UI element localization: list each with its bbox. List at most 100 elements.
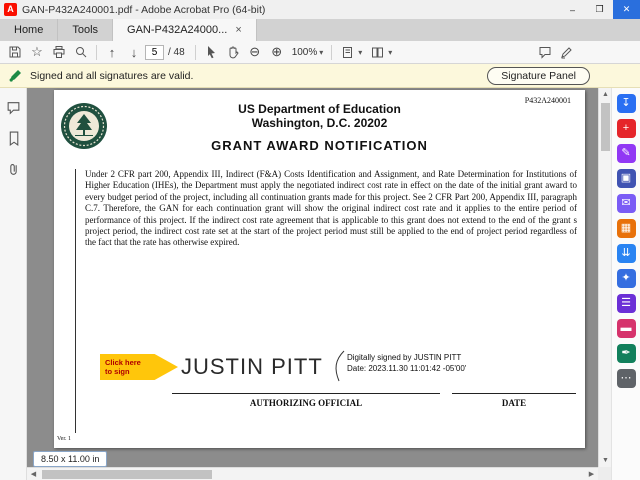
document-header-line1: US Department of Education (54, 102, 585, 116)
zoom-level-value[interactable]: 100% (292, 47, 318, 58)
more-tools-tool-icon[interactable]: ⋯ (617, 369, 636, 388)
horizontal-scroll-thumb[interactable] (42, 470, 212, 479)
paperclip-icon (6, 162, 21, 177)
bookmarks-panel-button[interactable] (4, 129, 22, 147)
maximize-button[interactable]: ❒ (586, 0, 613, 19)
signature-flourish (330, 350, 346, 382)
organize-pages-tool-icon[interactable]: ▦ (617, 219, 636, 238)
page-view-button[interactable] (366, 42, 388, 63)
title-bar: A GAN-P432A240001.pdf - Adobe Acrobat Pr… (0, 0, 640, 19)
save-button[interactable] (4, 42, 26, 63)
form-border-line (75, 169, 76, 433)
hand-tool-button[interactable] (222, 42, 244, 63)
comments-panel-button[interactable] (4, 98, 22, 116)
page-size-indicator: 8.50 x 11.00 in (33, 451, 107, 467)
toolbar-divider (331, 45, 332, 60)
tab-tools-label: Tools (72, 24, 98, 36)
page-count-label: / 48 (168, 47, 185, 58)
scrollbar-corner (598, 467, 611, 480)
sign-prompt-line2: to sign (105, 367, 178, 376)
tab-bar: Home Tools GAN-P432A24000... × (0, 19, 640, 41)
highlighter-button[interactable] (556, 42, 578, 63)
search-button[interactable] (70, 42, 92, 63)
toolbar-right-group (534, 42, 578, 63)
comment-bubble-icon (538, 45, 552, 59)
search-icon (74, 45, 88, 59)
document-header-line2: Washington, D.C. 20202 (54, 116, 585, 130)
page-fit-dropdown-icon[interactable]: ▾ (358, 48, 362, 57)
signature-detail-line1: Digitally signed by JUSTIN PITT (347, 353, 466, 364)
tab-close-icon[interactable]: × (235, 24, 241, 36)
print-button[interactable] (48, 42, 70, 63)
hand-icon (226, 45, 240, 59)
save-icon (8, 45, 22, 59)
toolbar-divider (195, 45, 196, 60)
tab-home-label: Home (14, 24, 43, 36)
tab-home[interactable]: Home (0, 19, 58, 41)
vertical-scrollbar[interactable]: ▲ ▼ (598, 88, 611, 467)
signature-message-bar: Signed and all signatures are valid. Sig… (0, 64, 640, 88)
print-icon (52, 45, 66, 59)
vertical-scroll-thumb[interactable] (601, 103, 610, 151)
protect-tool-icon[interactable]: ✦ (617, 269, 636, 288)
select-tool-button[interactable] (200, 42, 222, 63)
highlighter-pen-icon (560, 45, 574, 59)
signature-panel-button[interactable]: Signature Panel (487, 67, 590, 85)
date-label: DATE (452, 398, 576, 408)
acrobat-app-icon: A (4, 3, 17, 16)
zoom-out-button[interactable]: ⊖ (244, 42, 266, 63)
zoom-in-button[interactable]: ⊕ (266, 42, 288, 63)
compress-pdf-tool-icon[interactable]: ⇊ (617, 244, 636, 263)
signature-line (172, 393, 440, 394)
favorites-button[interactable]: ☆ (26, 42, 48, 63)
edit-pdf-tool-icon[interactable]: ✎ (617, 144, 636, 163)
sign-prompt-line1: Click here (105, 358, 178, 367)
comments-icon (6, 100, 21, 115)
tab-tools[interactable]: Tools (58, 19, 113, 41)
signature-details: Digitally signed by JUSTIN PITT Date: 20… (347, 353, 466, 374)
comment-button[interactable] (534, 42, 556, 63)
page-fit-button[interactable] (336, 42, 358, 63)
signature-valid-icon (8, 69, 22, 83)
scroll-right-icon[interactable]: ▶ (585, 468, 598, 480)
right-tools-rail: ↧ + ✎ ▣ ✉ ▦ ⇊ ✦ ☰ ▬ ✒ ⋯ (611, 88, 640, 480)
signature-name[interactable]: JUSTIN PITT (181, 354, 323, 380)
tab-document[interactable]: GAN-P432A24000... × (113, 19, 257, 41)
window-title: GAN-P432A240001.pdf - Adobe Acrobat Pro … (22, 4, 265, 16)
acrobat-window: A GAN-P432A240001.pdf - Adobe Acrobat Pr… (0, 0, 640, 480)
redact-tool-icon[interactable]: ▬ (617, 319, 636, 338)
combine-files-tool-icon[interactable]: ▣ (617, 169, 636, 188)
document-title: GRANT AWARD NOTIFICATION (54, 138, 585, 153)
window-controls: – ❒ ✕ (559, 0, 640, 19)
left-nav-rail (0, 88, 27, 480)
page-number-input[interactable] (145, 45, 164, 60)
close-button[interactable]: ✕ (613, 0, 640, 19)
document-body-text: Under 2 CFR part 200, Appendix III, Indi… (85, 169, 577, 249)
minimize-button[interactable]: – (559, 0, 586, 19)
page-view-icon (371, 46, 384, 59)
pdf-page: P432A240001 US Department of Education W… (54, 90, 585, 448)
create-pdf-tool-icon[interactable]: + (617, 119, 636, 138)
tab-document-label: GAN-P432A24000... (127, 24, 227, 36)
horizontal-scrollbar[interactable]: ◀ ▶ (27, 467, 598, 480)
date-line (452, 393, 576, 394)
page-view-dropdown-icon[interactable]: ▾ (388, 48, 392, 57)
scroll-left-icon[interactable]: ◀ (27, 468, 40, 480)
click-to-sign-arrow[interactable]: Click here to sign (100, 354, 178, 380)
signature-detail-line2: Date: 2023.11.30 11:01:42 -05'00' (347, 364, 466, 375)
page-fit-icon (341, 46, 354, 59)
export-pdf-tool-icon[interactable]: ↧ (617, 94, 636, 113)
previous-page-button[interactable]: ↑ (101, 42, 123, 63)
cursor-icon (204, 45, 218, 59)
attachments-panel-button[interactable] (4, 160, 22, 178)
comment-tool-icon[interactable]: ✉ (617, 194, 636, 213)
toolbar-divider (96, 45, 97, 60)
prepare-form-tool-icon[interactable]: ☰ (617, 294, 636, 313)
fill-and-sign-tool-icon[interactable]: ✒ (617, 344, 636, 363)
main-toolbar: ☆ ↑ ↓ / 48 ⊖ ⊕ 100% ▾ ▾ ▾ (0, 41, 640, 64)
zoom-dropdown-icon[interactable]: ▾ (319, 48, 323, 57)
bookmark-icon (6, 131, 21, 146)
version-label: Ver. 1 (57, 436, 71, 442)
next-page-button[interactable]: ↓ (123, 42, 145, 63)
document-view: P432A240001 US Department of Education W… (27, 88, 598, 467)
